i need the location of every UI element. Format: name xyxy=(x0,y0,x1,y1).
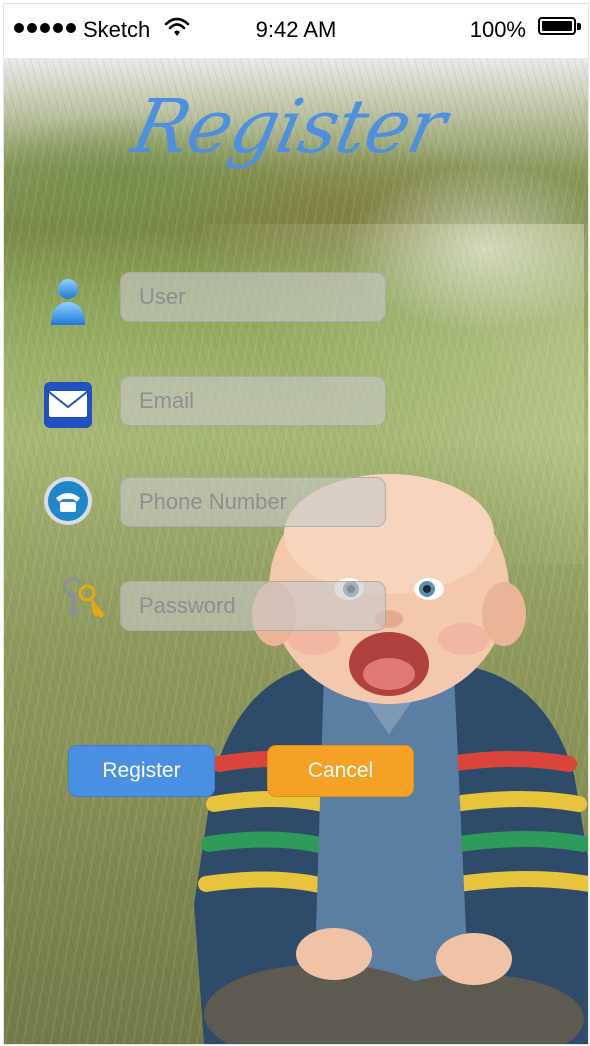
status-bar: Sketch 9:42 AM 100% xyxy=(4,4,588,58)
phone-screen: Sketch 9:42 AM 100% Register User Email … xyxy=(3,3,589,1045)
user-input[interactable] xyxy=(120,272,386,322)
mail-icon xyxy=(44,382,92,428)
cancel-button[interactable]: Cancel xyxy=(267,745,414,797)
phone-icon xyxy=(44,477,92,525)
email-input[interactable] xyxy=(120,376,386,426)
battery-percentage: 100% xyxy=(469,17,526,42)
password-input[interactable] xyxy=(120,581,386,631)
phone-number-input[interactable] xyxy=(120,477,386,527)
page-title: Register xyxy=(124,84,453,170)
battery-tip xyxy=(577,23,581,30)
user-icon xyxy=(51,279,85,325)
battery-icon xyxy=(538,17,576,35)
register-button[interactable]: Register xyxy=(68,745,215,797)
keys-icon xyxy=(63,577,105,618)
